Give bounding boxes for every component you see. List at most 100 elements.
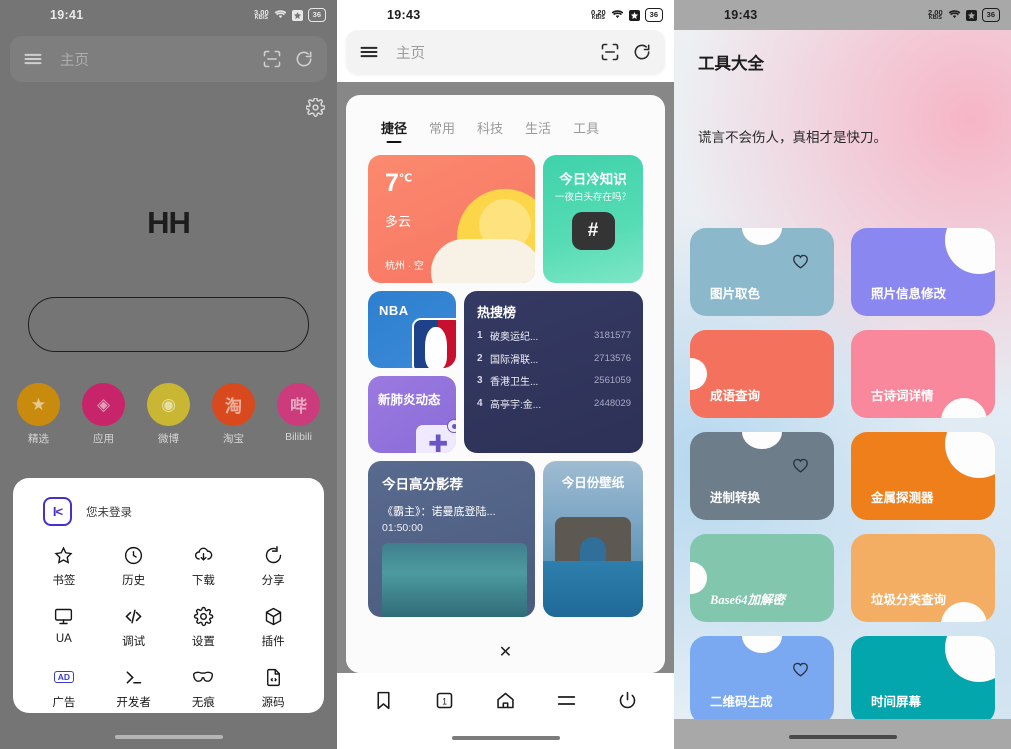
power-icon[interactable]	[617, 690, 638, 711]
scan-icon[interactable]	[262, 49, 282, 69]
hamburger-icon[interactable]	[359, 42, 379, 62]
menu-item-ads[interactable]: AD 广告	[29, 664, 99, 710]
knowledge-subtitle: 一夜白头存在吗？	[554, 192, 631, 203]
weather-card[interactable]: 7℃ 多云 杭州 · 空	[368, 155, 535, 283]
shortcuts-card: 捷径 常用 科技 生活 工具 7℃ 多云 杭州 · 空 今日冷知识 一夜白头存在…	[346, 95, 665, 673]
status-time: 19:43	[387, 8, 421, 22]
quick-link-taobao[interactable]: 淘 淘宝	[211, 383, 257, 446]
nba-card[interactable]: NBA	[368, 291, 456, 368]
tab-gongju[interactable]: 工具	[573, 118, 599, 143]
tab-changyong[interactable]: 常用	[429, 118, 455, 143]
tool-card-base-converter[interactable]: 进制转换	[690, 432, 834, 520]
menu-item-developer[interactable]: 开发者	[99, 664, 169, 710]
menu-icon[interactable]	[556, 690, 577, 711]
scan-icon[interactable]	[600, 42, 620, 62]
category-tabs: 捷径 常用 科技 生活 工具	[346, 95, 665, 143]
bottom-bar	[674, 719, 1011, 749]
tab-keji[interactable]: 科技	[477, 118, 503, 143]
status-bar: 19:43 0.20 KB/S 36	[337, 0, 674, 30]
hot-search-card[interactable]: 热搜榜 1 破奥运纪... 3181577 2 国际滑联... 2713576	[464, 291, 643, 453]
cloud-graphic	[431, 239, 535, 283]
tool-card-garbage-classification[interactable]: 垃圾分类查询	[851, 534, 995, 622]
tabs-count-icon[interactable]: 1	[434, 690, 455, 711]
home-icon[interactable]	[495, 690, 516, 711]
table-row[interactable]: 3 香港卫生... 2561059	[477, 373, 631, 388]
heart-icon[interactable]	[791, 252, 810, 271]
address-bar[interactable]: 主页	[10, 36, 327, 82]
table-row[interactable]: 1 破奥运纪... 3181577	[477, 328, 631, 343]
weather-condition: 多云	[385, 214, 412, 229]
menu-item-source[interactable]: 源码	[238, 664, 308, 710]
tool-card-qrcode-generator[interactable]: 二维码生成	[690, 636, 834, 724]
tab-shenghuo[interactable]: 生活	[525, 118, 551, 143]
page-title: 工具大全	[698, 55, 764, 73]
source-file-icon	[238, 664, 308, 690]
tab-jiejing[interactable]: 捷径	[381, 118, 407, 143]
battery-indicator: 36	[307, 8, 326, 22]
menu-item-settings[interactable]: 设置	[169, 603, 239, 649]
cube-icon	[238, 603, 308, 629]
ad-icon: AD	[29, 664, 99, 690]
notch-decoration	[941, 398, 987, 418]
sea-graphic	[543, 561, 643, 617]
battery-indicator: 36	[644, 8, 663, 22]
heart-icon[interactable]	[791, 456, 810, 475]
menu-item-debug[interactable]: 调试	[99, 603, 169, 649]
table-row[interactable]: 4 高亭宇:金... 2448029	[477, 396, 631, 411]
status-time: 19:43	[724, 8, 758, 22]
tool-card-photo-exif-editor[interactable]: 照片信息修改	[851, 228, 995, 316]
tool-card-time-screen[interactable]: 时间屏幕	[851, 636, 995, 724]
table-row[interactable]: 2 国际滑联... 2713576	[477, 351, 631, 366]
account-row[interactable]: I< 您未登录	[43, 497, 308, 526]
bilibili-icon: 哔	[277, 383, 320, 426]
wallpaper-card[interactable]: 今日份壁纸	[543, 461, 643, 617]
menu-item-share[interactable]: 分享	[238, 542, 308, 588]
address-bar[interactable]: 主页	[346, 30, 665, 74]
movie-recommendation-card[interactable]: 今日高分影荐 《霸主》：诺曼底登陆... 01:50:00	[368, 461, 535, 617]
notch-decoration	[742, 636, 782, 653]
movie-name: 《霸主》：诺曼底登陆...	[382, 506, 496, 518]
wifi-icon	[274, 6, 287, 24]
hamburger-icon[interactable]	[23, 49, 43, 69]
tool-card-image-color-picker[interactable]: 图片取色	[690, 228, 834, 316]
search-input[interactable]	[28, 297, 309, 352]
verified-badge-icon	[447, 419, 456, 433]
menu-item-ua[interactable]: UA	[29, 603, 99, 649]
menu-item-downloads[interactable]: 下载	[169, 542, 239, 588]
reload-icon[interactable]	[294, 49, 314, 69]
movie-thumbnail	[382, 543, 527, 617]
notch-decoration	[742, 228, 782, 245]
rock-arch-graphic	[555, 517, 631, 561]
notch-decoration	[941, 602, 987, 622]
terminal-icon	[99, 664, 169, 690]
account-status-label: 您未登录	[86, 506, 132, 519]
weather-location: 杭州 · 空	[385, 261, 424, 272]
wallpaper-title: 今日份壁纸	[561, 476, 625, 490]
tool-card-metal-detector[interactable]: 金属探测器	[851, 432, 995, 520]
quick-link-jingxuan[interactable]: ★ 精选	[16, 383, 62, 446]
quick-link-weibo[interactable]: ◉ 微博	[146, 383, 192, 446]
covid-card[interactable]: 新肺炎动态 ✚	[368, 376, 456, 453]
tool-card-poem-details[interactable]: 古诗词详情	[851, 330, 995, 418]
menu-item-history[interactable]: 历史	[99, 542, 169, 588]
menu-item-incognito[interactable]: 无痕	[169, 664, 239, 710]
daily-knowledge-card[interactable]: 今日冷知识 一夜白头存在吗？ #	[543, 155, 643, 283]
notch-decoration	[742, 432, 782, 449]
reload-icon[interactable]	[632, 42, 652, 62]
quick-link-bilibili[interactable]: 哔 Bilibili	[276, 383, 322, 446]
wifi-icon	[611, 6, 624, 24]
notch-decoration	[945, 432, 995, 478]
tool-card-idiom-lookup[interactable]: 成语查询	[690, 330, 834, 418]
menu-item-plugins[interactable]: 插件	[238, 603, 308, 649]
quick-link-yingyong[interactable]: ◈ 应用	[81, 383, 127, 446]
covid-title: 新肺炎动态	[378, 393, 441, 407]
bookmark-icon[interactable]	[373, 690, 394, 711]
movie-card-title: 今日高分影荐	[382, 477, 463, 492]
menu-grid: 书签 历史 下载 分享 UA 调试 设置 插件 AD 广告 开发者 无痕 源码	[29, 542, 308, 710]
close-button[interactable]: ✕	[346, 631, 665, 673]
settings-gear-icon[interactable]	[305, 97, 326, 117]
gear-icon	[169, 603, 239, 629]
heart-icon[interactable]	[791, 660, 810, 679]
tool-card-base64-codec[interactable]: Base64加解密	[690, 534, 834, 622]
menu-item-bookmarks[interactable]: 书签	[29, 542, 99, 588]
